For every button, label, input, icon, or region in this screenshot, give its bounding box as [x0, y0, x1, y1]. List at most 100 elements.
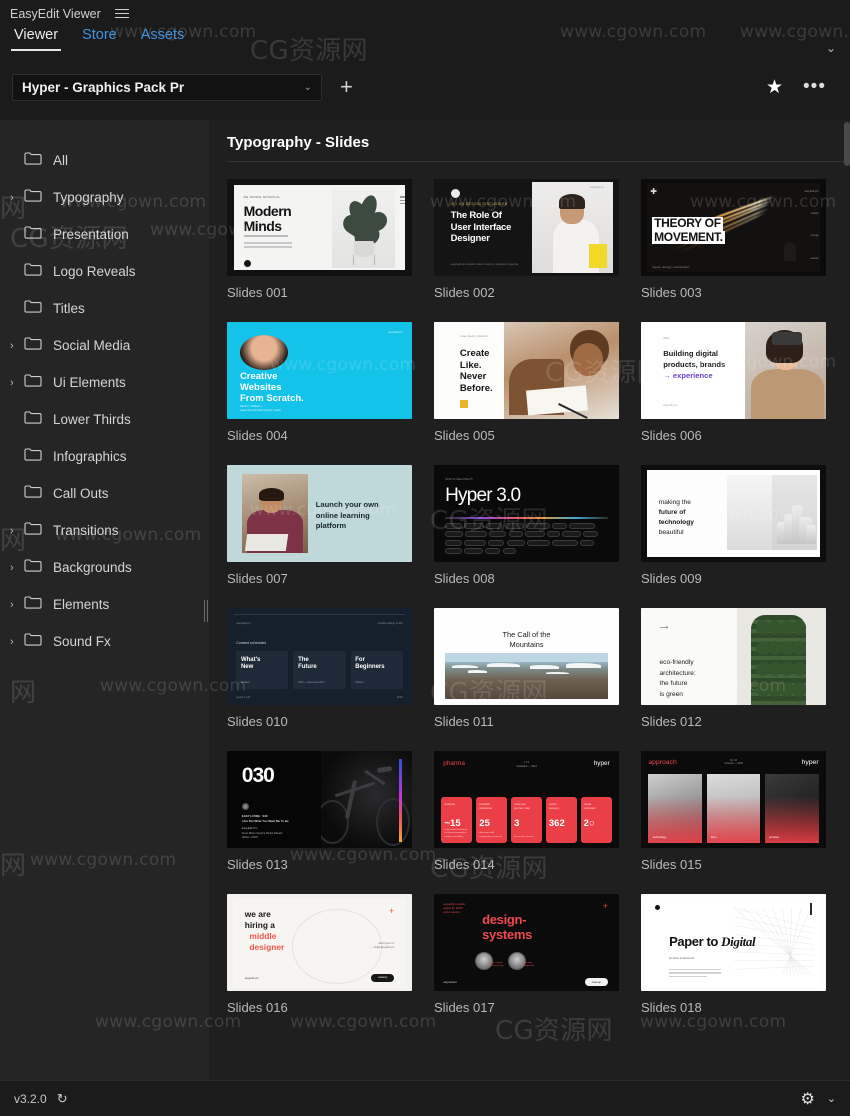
sidebar-item-elements[interactable]: › Elements [0, 586, 203, 623]
slide-caption: Slides 003 [641, 285, 702, 300]
scrollbar-thumb[interactable] [844, 122, 850, 166]
sidebar-item-label: Ui Elements [53, 375, 126, 390]
tab-viewer[interactable]: Viewer [10, 27, 62, 51]
slide-caption: Slides 009 [641, 571, 702, 586]
sidebar-item-label: Sound Fx [53, 634, 111, 649]
folder-icon [24, 373, 44, 392]
content-header: Typography - Slides [209, 120, 850, 161]
sidebar-item-label: Infographics [53, 449, 127, 464]
content-scrollbar[interactable] [844, 120, 850, 1080]
slide-cell: easyedit.pro creative design studio Curat… [227, 608, 412, 729]
slide-cell: Case Study Collection Create Like. Never Be… [434, 322, 619, 443]
slide-cell: approach hyper No. 03 collection — 2024 te… [641, 751, 826, 872]
sidebar-item-sound-fx[interactable]: › Sound Fx [0, 623, 203, 660]
sidebar-item-label: Backgrounds [53, 560, 132, 575]
slide-thumbnail[interactable]: pharma hyper v 1.0 installation — 2024 ana… [434, 751, 619, 848]
chevron-down-icon[interactable]: ⌄ [827, 1092, 836, 1105]
pack-select-value: Hyper - Graphics Pack Pr [22, 79, 185, 95]
slide-thumbnail[interactable]: The Call of the Mountains [434, 608, 619, 705]
sidebar-item-titles[interactable]: Titles [0, 290, 203, 327]
gear-icon[interactable]: ⚙ [800, 1089, 814, 1109]
panel-menu-caret-icon[interactable]: ⌄ [826, 27, 836, 55]
chevron-right-icon[interactable]: › [10, 525, 24, 537]
sidebar-item-ui-elements[interactable]: › Ui Elements [0, 364, 203, 401]
slide-thumbnail[interactable]: ✚ easyedit.pro motion energy access THEORY O… [641, 179, 826, 276]
folder-icon [24, 225, 44, 244]
slide-thumbnail[interactable]: making the future of technology beautiful [641, 465, 826, 562]
chevron-right-icon[interactable]: › [10, 599, 24, 611]
pack-select[interactable]: Hyper - Graphics Pack Pr ⌄ [12, 73, 322, 101]
sidebar-item-label: Transitions [53, 523, 119, 538]
slide-cell: Launch your own online learning platform S… [227, 465, 412, 586]
folder-icon [24, 262, 44, 281]
chevron-right-icon[interactable]: › [10, 192, 24, 204]
main-tabs: Viewer Store Assets ⌄ [0, 27, 850, 63]
sidebar-item-lower-thirds[interactable]: Lower Thirds [0, 401, 203, 438]
sidebar-item-call-outs[interactable]: Call Outs [0, 475, 203, 512]
sidebar-item-transitions[interactable]: › Transitions [0, 512, 203, 549]
slide-thumbnail[interactable]: 030 EASY LIVING ´ 030 I Am Not What You W… [227, 751, 412, 848]
slide-caption: Slides 017 [434, 1000, 495, 1015]
slide-thumbnail[interactable]: ⟶ eco-friendly architecture: the future is … [641, 608, 826, 705]
slide-thumbnail[interactable]: Creative Websites From Scratch. Sarah J. W… [227, 322, 412, 419]
sidebar-item-label: Lower Thirds [53, 412, 131, 427]
slide-caption: Slides 013 [227, 857, 288, 872]
slide-cell: Paper to Digital the future of documents… [641, 894, 826, 1015]
slide-caption: Slides 012 [641, 714, 702, 729]
chevron-right-icon[interactable]: › [10, 340, 24, 352]
folder-icon [24, 336, 44, 355]
slide-cell: Scroll To Value Pack Pr Hyper 3.0 Slides… [434, 465, 619, 586]
refresh-icon[interactable]: ↻ [57, 1091, 68, 1107]
add-pack-button[interactable]: + [340, 76, 353, 98]
folder-icon [24, 299, 44, 318]
status-bar: v3.2.0 ↻ ⚙ ⌄ [0, 1080, 850, 1116]
slide-caption: Slides 005 [434, 428, 495, 443]
slide-thumbnail[interactable]: approach hyper No. 03 collection — 2024 te… [641, 751, 826, 848]
sidebar-item-presentation[interactable]: Presentation [0, 216, 203, 253]
chevron-right-icon[interactable]: › [10, 377, 24, 389]
page-title: Typography - Slides [227, 134, 370, 151]
sidebar-item-all[interactable]: All [0, 142, 203, 179]
sidebar-item-social-media[interactable]: › Social Media [0, 327, 203, 364]
slide-caption: Slides 015 [641, 857, 702, 872]
slide-thumbnail[interactable]: Scroll To Value Pack Pr Hyper 3.0 [434, 465, 619, 562]
slide-caption: Slides 002 [434, 285, 495, 300]
sidebar-item-backgrounds[interactable]: › Backgrounds [0, 549, 203, 586]
sidebar-item-logo-reveals[interactable]: Logo Reveals [0, 253, 203, 290]
folder-icon [24, 188, 44, 207]
hamburger-icon[interactable] [114, 8, 129, 19]
slide-cell: BE MORE MINDFUL Modern Minds Slides 001 [227, 179, 412, 300]
sidebar-item-typography[interactable]: › Typography [0, 179, 203, 216]
slide-cell: 030 EASY LIVING ´ 030 I Am Not What You W… [227, 751, 412, 872]
slide-thumbnail[interactable]: 2024 Building digital products, brands → e… [641, 322, 826, 419]
slide-thumbnail[interactable]: UI / UX DESIGN DISCUSSION The Role Of Use… [434, 179, 619, 276]
sidebar-item-infographics[interactable]: Infographics [0, 438, 203, 475]
slide-cell: The Call of the Mountains Slides 011 [434, 608, 619, 729]
chevron-down-icon: ⌄ [303, 81, 312, 93]
slide-caption: Slides 014 [434, 857, 495, 872]
chevron-right-icon[interactable]: › [10, 562, 24, 574]
chevron-right-icon[interactable]: › [10, 636, 24, 648]
slide-thumbnail[interactable]: we are hiring a middle designer + send yo… [227, 894, 412, 991]
slide-caption: Slides 011 [434, 714, 494, 729]
slide-thumbnail[interactable]: easyedit.pro creative design studio Curat… [227, 608, 412, 705]
folder-icon [24, 632, 44, 651]
slide-cell: ✚ easyedit.pro motion energy access THEORY O… [641, 179, 826, 300]
favorite-star-icon[interactable]: ★ [766, 76, 783, 99]
category-sidebar: All › Typography Presentation Logo Reveals Ti… [0, 120, 203, 1080]
slide-thumbnail[interactable]: Case Study Collection Create Like. Never Be… [434, 322, 619, 419]
slide-thumbnail[interactable]: BE MORE MINDFUL Modern Minds [227, 179, 412, 276]
tab-assets[interactable]: Assets [141, 27, 185, 51]
sidebar-item-label: Call Outs [53, 486, 109, 501]
slide-thumbnail[interactable]: Launch your own online learning platform [227, 465, 412, 562]
app-title: EasyEdit Viewer [10, 6, 101, 21]
folder-icon [24, 521, 44, 540]
tab-store[interactable]: Store [82, 27, 117, 51]
slides-grid: BE MORE MINDFUL Modern Minds Slides 001 U… [209, 161, 850, 1015]
slide-thumbnail[interactable]: Paper to Digital the future of documents [641, 894, 826, 991]
slide-thumbnail[interactable]: easyedit.pro studio august 11, 18:00 onlin… [434, 894, 619, 991]
more-options-icon[interactable]: ••• [803, 77, 826, 97]
slide-caption: Slides 008 [434, 571, 495, 586]
slide-cell: we are hiring a middle designer + send yo… [227, 894, 412, 1015]
content-panel: Typography - Slides BE MORE MINDFUL Mode… [209, 120, 850, 1080]
